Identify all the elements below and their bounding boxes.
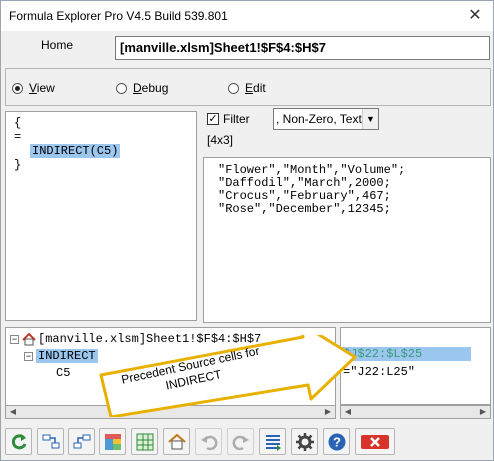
debug-radio-label: Debug [133,81,169,95]
home-label: Home [41,38,74,52]
trace-precedents-button[interactable] [37,428,64,455]
list-icon [265,434,281,451]
source-panel[interactable]: $J$22:$L$25 ="J22:L25" [340,327,491,405]
edit-radio-indicator[interactable] [228,82,239,94]
undo-icon [200,435,217,450]
close-button[interactable] [355,428,395,455]
tree-grandchild-label: C5 [56,366,71,380]
help-button[interactable]: ? [323,428,350,455]
debug-radio[interactable]: Debug [116,81,168,95]
tree-child-node[interactable]: − INDIRECT [24,349,98,363]
trace-dependents-icon [73,434,90,448]
filter-bar: ✓ Filter , Non-Zero, Text ▼ [4x3] [201,107,491,153]
redo-button[interactable] [227,428,254,455]
scroll-right-icon[interactable]: ▶ [476,406,490,418]
svg-text:?: ? [333,434,341,449]
redo-icon [232,435,249,450]
filter-label: Filter [223,112,250,126]
formula-line: { [14,116,22,130]
formula-line: } [14,158,22,172]
home-button[interactable] [163,428,190,455]
home-icon [167,433,186,449]
refresh-button[interactable] [5,428,32,455]
sheet-map-icon [136,433,153,450]
source-range[interactable]: $J$22:$L$25 [341,347,471,361]
close-icon [361,434,389,449]
list-button[interactable] [259,428,286,455]
source-horizontal-scrollbar[interactable]: ◀ ▶ [340,405,491,419]
formula-panel[interactable]: { = INDIRECT(C5) } [5,111,197,321]
bottom-toolbar: ? [5,425,491,459]
formula-function-highlight[interactable]: INDIRECT(C5) [30,144,121,158]
filter-checkbox[interactable]: ✓ [207,113,219,125]
view-radio[interactable]: View [12,81,55,95]
color-grid-icon [104,433,121,450]
filter-dropdown[interactable]: , Non-Zero, Text ▼ [273,108,379,130]
values-panel[interactable]: "Flower","Month","Volume"; "Daffodil","M… [203,157,491,323]
refresh-icon [11,433,26,449]
trace-precedents-icon [42,434,59,448]
debug-radio-indicator[interactable] [116,82,127,94]
edit-radio-label: Edit [245,81,266,95]
collapse-icon[interactable]: − [10,334,19,344]
scroll-left-icon[interactable]: ◀ [6,406,20,418]
undo-button[interactable] [195,428,222,455]
array-dimensions: [4x3] [207,133,234,147]
view-radio-label: View [29,81,55,95]
mode-radio-group: View Debug Edit [5,68,491,106]
sheet-map-button[interactable] [131,428,158,455]
tree-child-label: INDIRECT [36,349,98,363]
edit-radio[interactable]: Edit [228,81,266,95]
formula-explorer-window: Formula Explorer Pro V4.5 Build 539.801 … [0,0,494,461]
title-bar: Formula Explorer Pro V4.5 Build 539.801 … [1,1,493,31]
address-field[interactable]: [manville.xlsm]Sheet1!$F$4:$H$7 [115,36,490,60]
view-radio-indicator[interactable] [12,82,23,94]
settings-icon [295,432,314,451]
collapse-icon[interactable]: − [24,351,33,361]
window-title: Formula Explorer Pro V4.5 Build 539.801 [9,9,228,23]
tree-grandchild-node[interactable]: C5 [56,366,70,380]
chevron-down-icon[interactable]: ▼ [362,109,378,129]
filter-dropdown-value: , Non-Zero, Text [276,112,362,126]
workbook-home-icon [22,332,36,345]
close-window-button[interactable]: ✕ [463,5,487,27]
formula-line: = [14,130,22,144]
color-grid-button[interactable] [99,428,126,455]
help-icon: ? [328,433,345,450]
value-row: "Rose","December",12345; [218,202,391,216]
trace-dependents-button[interactable] [68,428,95,455]
settings-button[interactable] [291,428,318,455]
